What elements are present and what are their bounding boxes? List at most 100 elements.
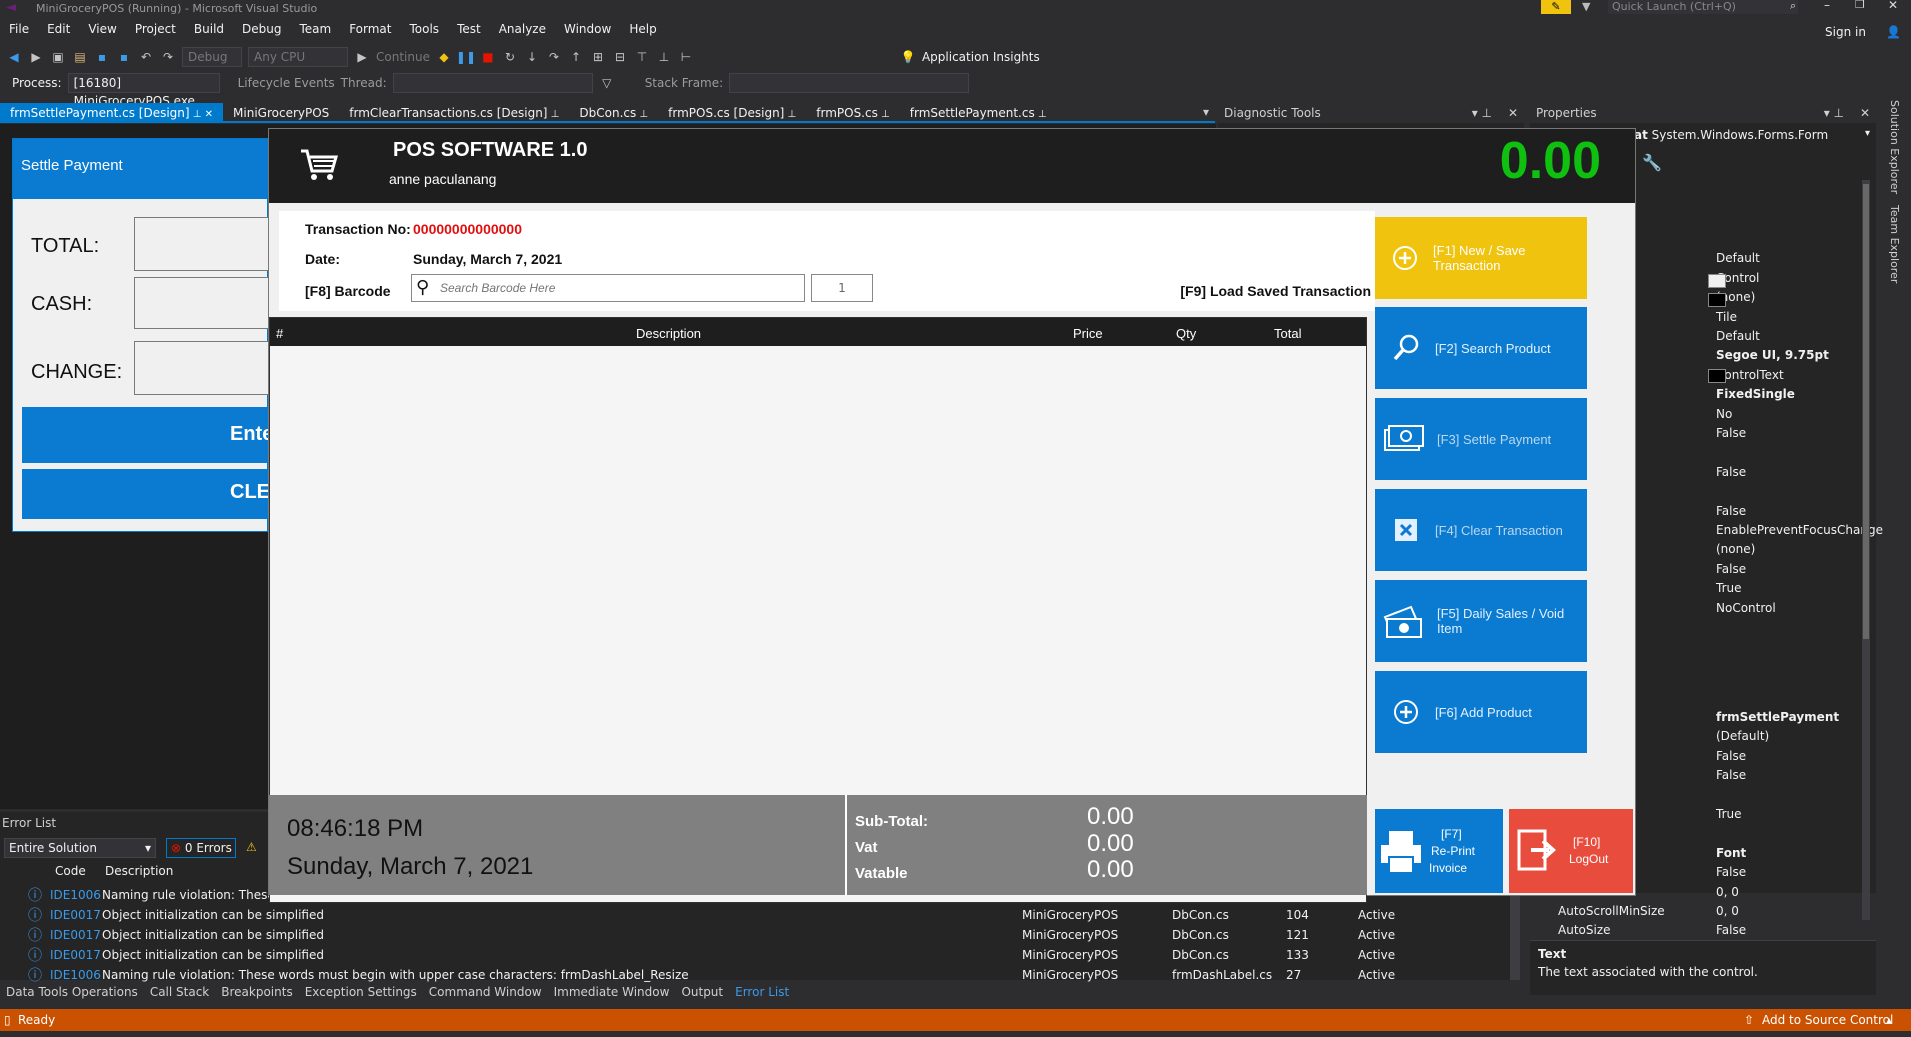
error-scope-select[interactable]: Entire Solution ▾ bbox=[4, 838, 156, 858]
stack-frame-select[interactable] bbox=[729, 73, 970, 93]
property-row[interactable]: AutoScrollMinSize 0, 0 bbox=[1538, 904, 1868, 923]
menu-item-test[interactable]: Test bbox=[448, 18, 490, 40]
pause-icon[interactable]: ❚❚ bbox=[456, 49, 476, 65]
table-row[interactable]: ⓘ IDE0017 Object initialization can be sim… bbox=[0, 945, 1520, 965]
menu-item-debug[interactable]: Debug bbox=[233, 18, 290, 40]
doc-tab[interactable]: frmPOS.cs [Design] ⊥ bbox=[658, 103, 806, 123]
solution-explorer-tab[interactable]: Solution Explorer bbox=[1888, 100, 1901, 194]
column-qty[interactable]: Qty bbox=[1176, 326, 1196, 341]
column-number[interactable]: # bbox=[276, 326, 283, 341]
barcode-search-box[interactable]: ⚲ bbox=[411, 274, 805, 302]
process-select[interactable]: [16180] MiniGroceryPOS.exe bbox=[67, 73, 220, 108]
bottom-tab[interactable]: Exception Settings bbox=[299, 982, 423, 1002]
menu-item-format[interactable]: Format bbox=[340, 18, 400, 40]
pin-icon[interactable]: ⊥ bbox=[190, 109, 202, 120]
grid-icon[interactable]: ⊟ bbox=[612, 49, 628, 65]
column-price[interactable]: Price bbox=[1073, 326, 1103, 341]
table-row[interactable]: ⓘ IDE0017 Object initialization can be sim… bbox=[0, 925, 1520, 945]
quick-launch-input[interactable]: Quick Launch (Ctrl+Q) bbox=[1608, 0, 1798, 14]
column-total[interactable]: Total bbox=[1274, 326, 1301, 341]
clear-button[interactable]: CLEA bbox=[22, 469, 269, 519]
menu-item-build[interactable]: Build bbox=[185, 18, 233, 40]
daily-sales-void-button[interactable]: [F5] Daily Sales / Void Item bbox=[1375, 580, 1587, 662]
bottom-tab[interactable]: Output bbox=[675, 982, 729, 1002]
column-description[interactable]: Description bbox=[636, 326, 701, 341]
step-over-icon[interactable]: ↷ bbox=[546, 49, 562, 65]
redo-icon[interactable]: ↷ bbox=[160, 49, 176, 65]
target-icon[interactable]: ◆ bbox=[436, 49, 452, 65]
load-saved-transaction-link[interactable]: [F9] Load Saved Transaction bbox=[1180, 283, 1371, 299]
settle-payment-button[interactable]: [F3] Settle Payment bbox=[1375, 398, 1587, 480]
undo-icon[interactable]: ↶ bbox=[138, 49, 154, 65]
filter-icon[interactable]: ▼ bbox=[1582, 0, 1590, 13]
minimize-icon[interactable]: – bbox=[1824, 0, 1830, 12]
reprint-invoice-button[interactable]: [F7] Re-Print Invoice bbox=[1375, 809, 1503, 893]
thread-select[interactable] bbox=[392, 73, 593, 93]
new-save-transaction-button[interactable]: [F1] New / Save Transaction bbox=[1375, 217, 1587, 299]
bottom-tab[interactable]: Command Window bbox=[423, 982, 548, 1002]
app-insights-button[interactable]: Application Insights bbox=[922, 50, 1040, 64]
close-icon[interactable]: ✕ bbox=[201, 109, 213, 120]
filter-icon[interactable]: ▽ bbox=[599, 75, 615, 91]
bottom-tab[interactable]: Breakpoints bbox=[215, 982, 298, 1002]
properties-object-select[interactable]: at System.Windows.Forms.Form bbox=[1634, 128, 1828, 142]
center-icon[interactable]: ⊢ bbox=[678, 49, 694, 65]
restore-icon[interactable]: ❐ bbox=[1855, 0, 1865, 11]
save-icon[interactable]: ▪ bbox=[94, 49, 110, 65]
wrench-icon[interactable]: 🔧 bbox=[1642, 153, 1662, 172]
tab-dropdown-icon[interactable]: ▾ bbox=[1203, 105, 1209, 119]
play-icon[interactable]: ▶ bbox=[354, 49, 370, 65]
menu-item-file[interactable]: File bbox=[0, 18, 38, 40]
quantity-field[interactable]: 1 bbox=[811, 274, 873, 302]
doc-tab[interactable]: frmPOS.cs ⊥ bbox=[806, 103, 900, 123]
menu-item-edit[interactable]: Edit bbox=[38, 18, 79, 40]
add-product-button[interactable]: [F6] Add Product bbox=[1375, 671, 1587, 753]
chevron-up-icon[interactable]: ▴ bbox=[1886, 1009, 1892, 1031]
cash-field[interactable] bbox=[134, 277, 269, 329]
clear-transaction-button[interactable]: [F4] Clear Transaction bbox=[1375, 489, 1587, 571]
continue-button[interactable]: Continue bbox=[376, 50, 430, 64]
menu-item-tools[interactable]: Tools bbox=[401, 18, 449, 40]
enter-button[interactable]: Ente bbox=[22, 407, 269, 463]
menu-item-help[interactable]: Help bbox=[620, 18, 665, 40]
close-icon[interactable]: ✕ bbox=[1888, 0, 1898, 12]
change-field[interactable] bbox=[134, 341, 269, 395]
doc-tab[interactable]: DbCon.cs ⊥ bbox=[569, 103, 658, 123]
bulb-icon[interactable]: 💡 bbox=[900, 49, 916, 65]
save-all-icon[interactable]: ▪ bbox=[116, 49, 132, 65]
search-product-button[interactable]: [F2] Search Product bbox=[1375, 307, 1587, 389]
pin-icon[interactable]: ⊥ bbox=[878, 109, 890, 120]
doc-tab[interactable]: MiniGroceryPOS bbox=[223, 103, 339, 123]
step-into-icon[interactable]: ↓ bbox=[524, 49, 540, 65]
total-field[interactable] bbox=[134, 217, 269, 271]
sign-in-link[interactable]: Sign in bbox=[1825, 25, 1866, 39]
source-control-button[interactable]: Add to Source Control bbox=[1762, 1009, 1893, 1031]
close-panel-icon[interactable]: ✕ bbox=[1508, 103, 1518, 123]
pin-icon[interactable]: ⊥ bbox=[1035, 109, 1047, 120]
platform-select[interactable]: Any CPU bbox=[248, 47, 348, 67]
menu-item-project[interactable]: Project bbox=[126, 18, 185, 40]
stop-icon[interactable]: ■ bbox=[480, 49, 496, 65]
bottom-tab[interactable]: Immediate Window bbox=[548, 982, 676, 1002]
bottom-tab[interactable]: Call Stack bbox=[144, 982, 215, 1002]
chevron-down-icon[interactable]: ▾ bbox=[1865, 128, 1870, 139]
doc-tab[interactable]: frmSettlePayment.cs ⊥ bbox=[900, 103, 1057, 123]
step-out-icon[interactable]: ↑ bbox=[568, 49, 584, 65]
back-icon[interactable]: ◀ bbox=[6, 49, 22, 65]
lifecycle-events-button[interactable]: Lifecycle Events bbox=[238, 76, 335, 90]
new-project-icon[interactable]: ▣ bbox=[50, 49, 66, 65]
pin-icon[interactable]: ⊥ bbox=[784, 109, 797, 120]
doc-tab[interactable]: frmSettlePayment.cs [Design] ⊥ ✕ bbox=[0, 103, 224, 123]
column-description[interactable]: Description bbox=[105, 864, 173, 878]
open-file-icon[interactable]: ▤ bbox=[72, 49, 88, 65]
doc-tab[interactable]: frmClearTransactions.cs [Design] ⊥ bbox=[339, 103, 569, 123]
restart-icon[interactable]: ↻ bbox=[502, 49, 518, 65]
errors-filter-button[interactable]: ⊗ 0 Errors bbox=[166, 838, 236, 858]
column-code[interactable]: Code bbox=[55, 864, 86, 878]
feedback-icon[interactable]: ✎ bbox=[1541, 0, 1571, 14]
barcode-input[interactable] bbox=[440, 278, 800, 298]
menu-item-team[interactable]: Team bbox=[290, 18, 340, 40]
warning-icon[interactable]: ⚠ bbox=[246, 840, 257, 854]
pin-icon[interactable]: ⊥ bbox=[636, 109, 648, 120]
spacing-icon[interactable]: ⊥ bbox=[656, 49, 672, 65]
